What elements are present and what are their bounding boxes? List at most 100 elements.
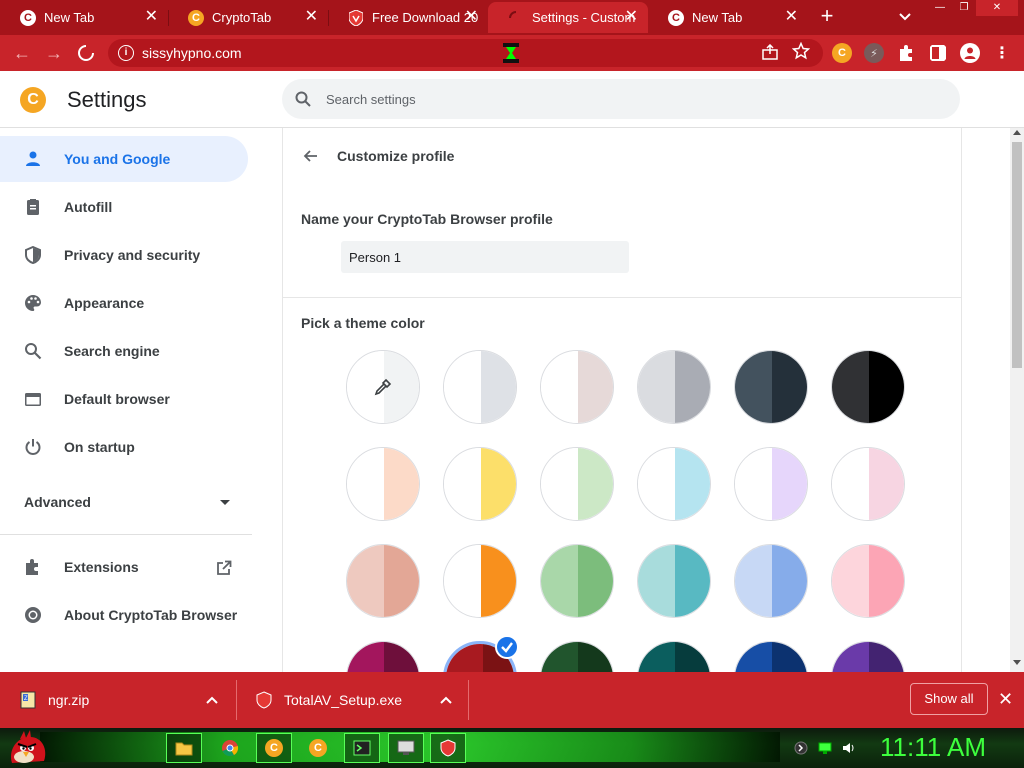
close-download-shelf-button[interactable]: ✕ xyxy=(998,688,1013,710)
theme-color-swatch[interactable] xyxy=(443,544,517,618)
chevron-up-icon[interactable] xyxy=(206,694,218,706)
theme-color-swatch[interactable] xyxy=(346,544,420,618)
swatch-left-half xyxy=(638,351,675,423)
download-item-totalav[interactable]: TotalAV_Setup.exe xyxy=(236,672,468,728)
profile-name-input[interactable] xyxy=(341,241,629,273)
scroll-down-arrow-icon[interactable] xyxy=(1013,660,1021,665)
theme-color-swatch[interactable] xyxy=(831,350,905,424)
theme-color-swatch[interactable] xyxy=(637,544,711,618)
tab-cryptotab[interactable]: C CryptoTab ✕ xyxy=(168,2,328,33)
minimize-button[interactable]: — xyxy=(928,0,952,16)
tray-chevron-icon[interactable] xyxy=(794,741,808,755)
taskbar-cryptotab-active[interactable]: C xyxy=(256,733,292,763)
scrollbar-thumb[interactable] xyxy=(1012,142,1022,368)
theme-color-swatch[interactable] xyxy=(637,447,711,521)
address-bar[interactable]: i sissyhypno.com xyxy=(108,39,823,67)
svg-text:Z: Z xyxy=(24,696,28,702)
back-arrow-icon[interactable] xyxy=(301,146,321,166)
sidebar-item-appearance[interactable]: Appearance xyxy=(0,280,248,326)
extensions-puzzle-icon[interactable] xyxy=(896,43,916,63)
shield-icon xyxy=(348,9,364,26)
swatch-left-half xyxy=(444,448,481,520)
caret-down-icon[interactable] xyxy=(220,500,230,505)
taskbar-cryptotab[interactable]: C xyxy=(300,733,336,763)
theme-color-swatch[interactable] xyxy=(831,544,905,618)
tab-close-button[interactable]: ✕ xyxy=(305,8,318,26)
show-all-downloads-button[interactable]: Show all xyxy=(910,683,988,715)
screen: C New Tab ✕ C CryptoTab ✕ Free Download … xyxy=(0,0,1024,768)
sidebar-item-you-and-google[interactable]: You and Google xyxy=(0,136,248,182)
sidebar-advanced-toggle[interactable]: Advanced xyxy=(24,494,91,510)
tab-close-button[interactable]: ✕ xyxy=(465,8,478,26)
swatch-right-half xyxy=(772,448,807,520)
download-item-ngr-zip[interactable]: Z ngr.zip xyxy=(0,672,236,728)
theme-color-swatch[interactable] xyxy=(443,447,517,521)
cryptotab-extension-icon[interactable]: C xyxy=(832,43,852,63)
bookmark-star-icon[interactable] xyxy=(792,42,810,60)
url-text[interactable]: sissyhypno.com xyxy=(142,45,242,61)
taskbar-file-explorer[interactable] xyxy=(166,733,202,763)
speaker-icon[interactable] xyxy=(842,741,856,755)
profile-avatar-icon[interactable] xyxy=(960,43,980,63)
tab-new-tab-1[interactable]: C New Tab ✕ xyxy=(0,2,168,33)
tab-new-tab-2[interactable]: C New Tab ✕ xyxy=(648,2,808,33)
scroll-up-arrow-icon[interactable] xyxy=(1013,130,1021,135)
chevron-up-icon[interactable] xyxy=(440,694,452,706)
settings-search-box[interactable] xyxy=(282,79,960,119)
swatch-right-half xyxy=(869,545,904,617)
open-in-new-icon[interactable] xyxy=(216,560,232,576)
lightning-extension-icon[interactable]: ⚡ xyxy=(864,43,884,63)
side-panel-icon[interactable] xyxy=(928,43,948,63)
tab-settings[interactable]: Settings - Custom ✕ xyxy=(488,2,648,33)
sidebar-item-about[interactable]: About CryptoTab Browser xyxy=(0,592,248,638)
new-tab-button[interactable]: + xyxy=(816,5,838,28)
chrome-icon xyxy=(222,740,239,757)
tab-search-button[interactable] xyxy=(894,6,916,28)
hourglass-extension-icon[interactable] xyxy=(500,42,522,64)
theme-color-swatch[interactable] xyxy=(540,447,614,521)
sidebar-item-extensions[interactable]: Extensions xyxy=(0,544,248,590)
theme-color-swatch[interactable] xyxy=(734,447,808,521)
site-info-icon[interactable]: i xyxy=(118,45,134,61)
menu-kebab-icon[interactable]: ⋮ xyxy=(992,43,1012,63)
share-icon[interactable] xyxy=(762,44,778,60)
taskbar-clock[interactable]: 11:11 AM xyxy=(880,732,986,763)
swatch-right-half xyxy=(675,351,710,423)
taskbar-chrome[interactable] xyxy=(212,733,248,763)
theme-color-swatch[interactable] xyxy=(734,544,808,618)
swatch-right-half xyxy=(675,448,710,520)
theme-color-swatch[interactable] xyxy=(831,447,905,521)
theme-color-swatch[interactable] xyxy=(734,350,808,424)
angry-bird-start-icon[interactable] xyxy=(6,729,50,767)
sidebar-item-autofill[interactable]: Autofill xyxy=(0,184,248,230)
forward-button[interactable]: → xyxy=(42,41,66,65)
taskbar-terminal[interactable] xyxy=(344,733,380,763)
stop-loading-button[interactable] xyxy=(74,41,98,65)
window-controls: — ❐ ✕ xyxy=(928,0,1024,18)
theme-color-swatch[interactable] xyxy=(540,350,614,424)
sidebar-item-label: Default browser xyxy=(64,391,170,407)
taskbar-remote-desktop[interactable] xyxy=(388,733,424,763)
tab-close-button[interactable]: ✕ xyxy=(145,8,158,26)
network-monitor-icon[interactable] xyxy=(818,741,832,755)
sidebar-item-label: Appearance xyxy=(64,295,145,311)
sidebar-item-on-startup[interactable]: On startup xyxy=(0,424,248,470)
page-scrollbar[interactable] xyxy=(1010,128,1024,672)
sidebar-item-search-engine[interactable]: Search engine xyxy=(0,328,248,374)
sidebar-item-default-browser[interactable]: Default browser xyxy=(0,376,248,422)
tab-free-download[interactable]: Free Download 20 ✕ xyxy=(328,2,488,33)
swatch-right-half xyxy=(869,351,904,423)
window-close-button[interactable]: ✕ xyxy=(976,0,1018,16)
theme-color-swatch[interactable] xyxy=(443,350,517,424)
settings-search-input[interactable] xyxy=(326,79,926,119)
restore-button[interactable]: ❐ xyxy=(952,0,976,16)
sidebar-item-privacy-security[interactable]: Privacy and security xyxy=(0,232,248,278)
theme-color-swatch[interactable] xyxy=(637,350,711,424)
tab-close-button[interactable]: ✕ xyxy=(785,8,798,26)
theme-color-swatch[interactable] xyxy=(346,447,420,521)
theme-color-swatch[interactable] xyxy=(540,544,614,618)
tab-close-button[interactable]: ✕ xyxy=(625,8,638,26)
taskbar-totalav[interactable] xyxy=(430,733,466,763)
back-button[interactable]: ← xyxy=(10,41,34,65)
theme-color-swatch[interactable] xyxy=(346,350,420,424)
